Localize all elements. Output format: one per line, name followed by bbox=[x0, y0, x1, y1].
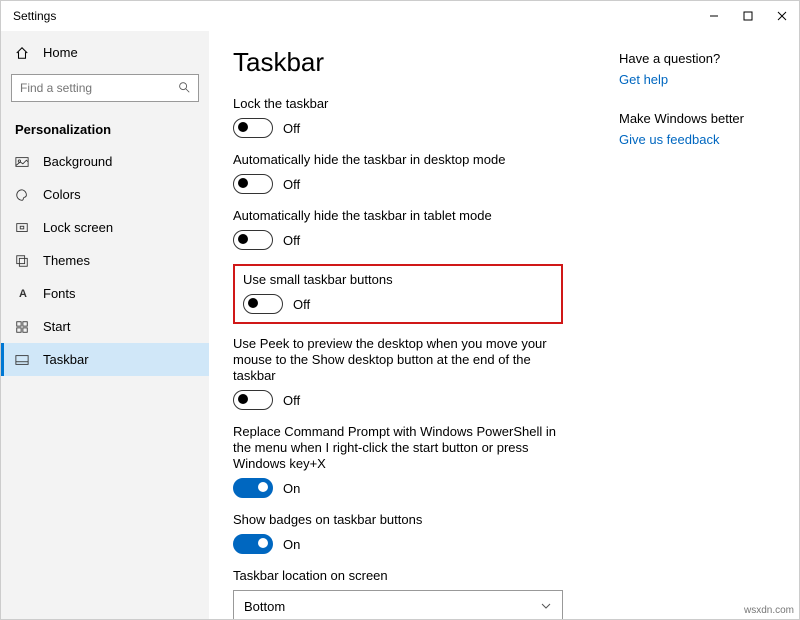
home-icon bbox=[15, 46, 31, 60]
picture-icon bbox=[15, 155, 31, 169]
get-help-link[interactable]: Get help bbox=[619, 72, 787, 87]
home-button[interactable]: Home bbox=[1, 37, 209, 68]
search-icon bbox=[177, 80, 191, 94]
search-box[interactable] bbox=[11, 74, 199, 102]
fonts-icon: A bbox=[15, 288, 31, 300]
aside-panel: Have a question? Get help Make Windows b… bbox=[619, 31, 799, 619]
taskbar-icon bbox=[15, 353, 31, 367]
setting-powershell: Replace Command Prompt with Windows Powe… bbox=[233, 424, 563, 498]
toggle-state: Off bbox=[293, 297, 310, 312]
window-title: Settings bbox=[1, 9, 56, 23]
toggle-state: On bbox=[283, 537, 300, 552]
minimize-button[interactable] bbox=[697, 1, 731, 31]
toggle-state: Off bbox=[283, 121, 300, 136]
maximize-button[interactable] bbox=[731, 1, 765, 31]
sidebar-item-background[interactable]: Background bbox=[1, 145, 209, 178]
setting-label: Lock the taskbar bbox=[233, 96, 563, 112]
start-icon bbox=[15, 320, 31, 334]
main-panel[interactable]: Taskbar Lock the taskbar Off Automatical… bbox=[209, 31, 619, 619]
aside-heading: Have a question? bbox=[619, 51, 787, 66]
content: Taskbar Lock the taskbar Off Automatical… bbox=[209, 31, 799, 619]
toggle-state: On bbox=[283, 481, 300, 496]
toggle-lock-taskbar[interactable] bbox=[233, 118, 273, 138]
search-input[interactable] bbox=[11, 74, 199, 102]
window-body: Home Personalization Background Colors L… bbox=[1, 31, 799, 619]
sidebar-item-start[interactable]: Start bbox=[1, 310, 209, 343]
dropdown-value: Bottom bbox=[244, 599, 285, 614]
sidebar-item-colors[interactable]: Colors bbox=[1, 178, 209, 211]
setting-label: Use small taskbar buttons bbox=[243, 272, 553, 288]
toggle-autohide-desktop[interactable] bbox=[233, 174, 273, 194]
toggle-powershell[interactable] bbox=[233, 478, 273, 498]
window-controls bbox=[697, 1, 799, 31]
home-label: Home bbox=[43, 45, 78, 60]
highlighted-setting: Use small taskbar buttons Off bbox=[233, 264, 563, 324]
palette-icon bbox=[15, 188, 31, 202]
setting-autohide-desktop: Automatically hide the taskbar in deskto… bbox=[233, 152, 563, 194]
sidebar: Home Personalization Background Colors L… bbox=[1, 31, 209, 619]
toggle-state: Off bbox=[283, 393, 300, 408]
sidebar-item-taskbar[interactable]: Taskbar bbox=[1, 343, 209, 376]
sidebar-item-label: Fonts bbox=[43, 286, 76, 301]
watermark: wsxdn.com bbox=[744, 605, 794, 616]
chevron-down-icon bbox=[540, 600, 552, 612]
dropdown-taskbar-location[interactable]: Bottom bbox=[233, 590, 563, 619]
setting-label: Use Peek to preview the desktop when you… bbox=[233, 336, 563, 384]
setting-label: Automatically hide the taskbar in tablet… bbox=[233, 208, 563, 224]
settings-window: Settings Home Personalization Background bbox=[0, 0, 800, 620]
close-button[interactable] bbox=[765, 1, 799, 31]
toggle-state: Off bbox=[283, 233, 300, 248]
setting-badges: Show badges on taskbar buttons On bbox=[233, 512, 563, 554]
dropdown-label: Taskbar location on screen bbox=[233, 568, 595, 584]
sidebar-item-themes[interactable]: Themes bbox=[1, 244, 209, 277]
toggle-badges[interactable] bbox=[233, 534, 273, 554]
sidebar-item-label: Background bbox=[43, 154, 112, 169]
setting-autohide-tablet: Automatically hide the taskbar in tablet… bbox=[233, 208, 563, 250]
category-label: Personalization bbox=[1, 112, 209, 145]
aside-heading: Make Windows better bbox=[619, 111, 787, 126]
feedback-link[interactable]: Give us feedback bbox=[619, 132, 787, 147]
setting-peek: Use Peek to preview the desktop when you… bbox=[233, 336, 563, 410]
toggle-small-buttons[interactable] bbox=[243, 294, 283, 314]
setting-label: Show badges on taskbar buttons bbox=[233, 512, 563, 528]
setting-label: Automatically hide the taskbar in deskto… bbox=[233, 152, 563, 168]
sidebar-item-label: Start bbox=[43, 319, 70, 334]
sidebar-item-label: Taskbar bbox=[43, 352, 89, 367]
setting-label: Replace Command Prompt with Windows Powe… bbox=[233, 424, 563, 472]
toggle-peek[interactable] bbox=[233, 390, 273, 410]
sidebar-item-label: Themes bbox=[43, 253, 90, 268]
toggle-state: Off bbox=[283, 177, 300, 192]
toggle-autohide-tablet[interactable] bbox=[233, 230, 273, 250]
setting-lock-taskbar: Lock the taskbar Off bbox=[233, 96, 563, 138]
sidebar-item-fonts[interactable]: A Fonts bbox=[1, 277, 209, 310]
sidebar-item-label: Lock screen bbox=[43, 220, 113, 235]
titlebar: Settings bbox=[1, 1, 799, 31]
sidebar-item-label: Colors bbox=[43, 187, 81, 202]
themes-icon bbox=[15, 254, 31, 268]
page-title: Taskbar bbox=[233, 47, 595, 78]
sidebar-item-lock-screen[interactable]: Lock screen bbox=[1, 211, 209, 244]
lock-screen-icon bbox=[15, 221, 31, 235]
